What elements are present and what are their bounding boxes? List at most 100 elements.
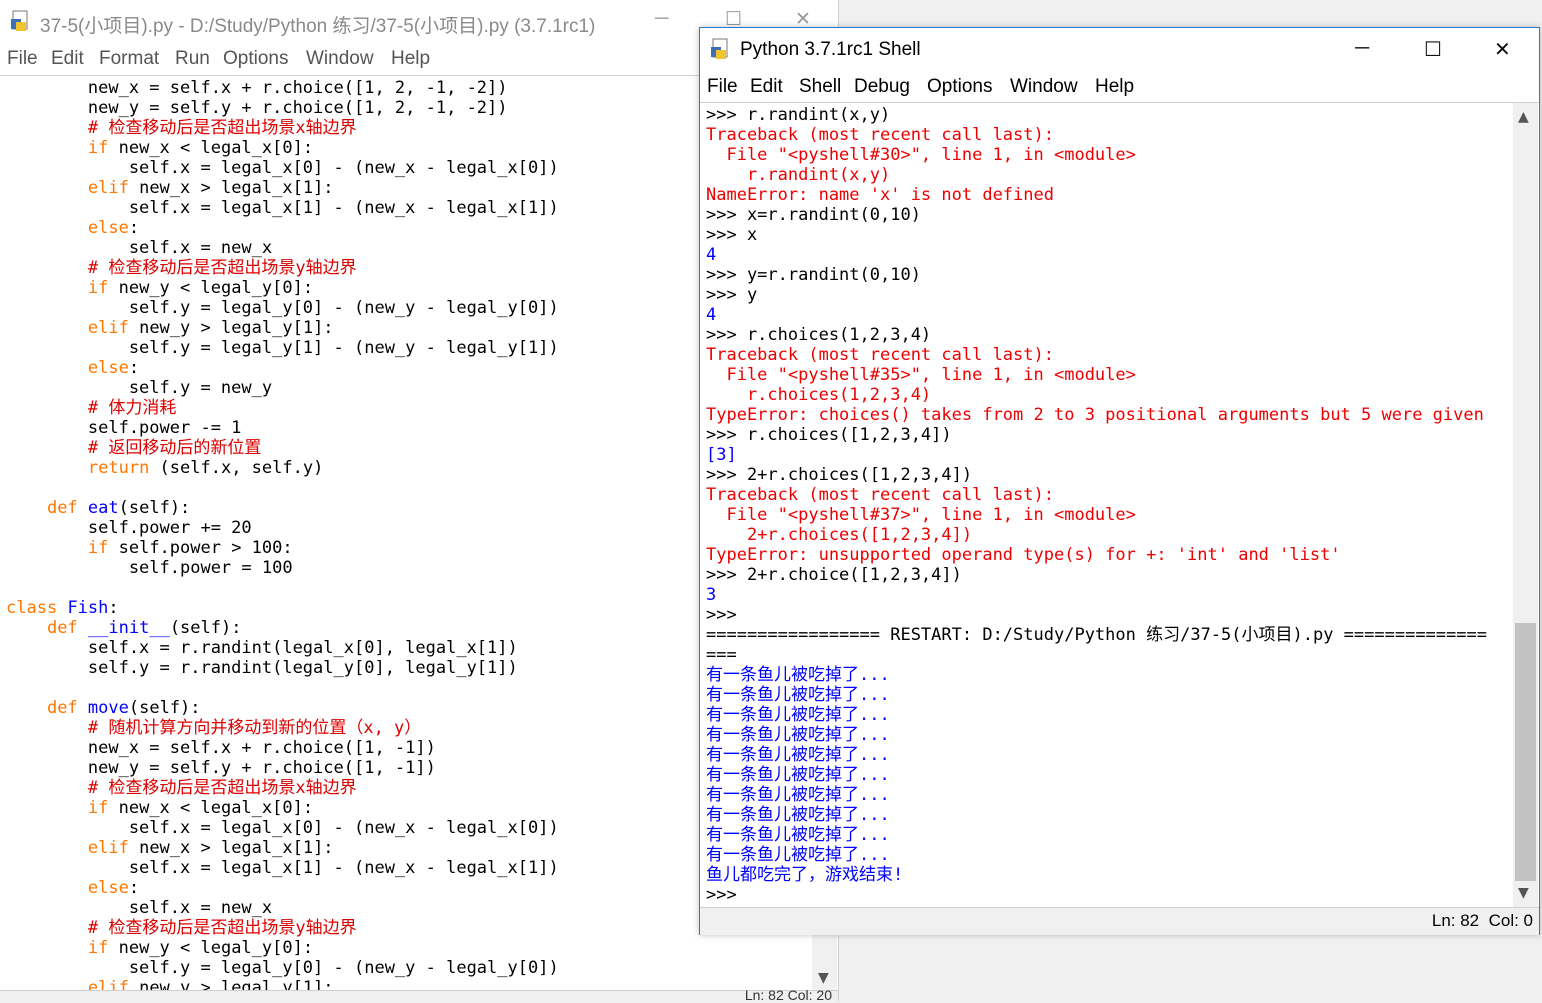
code-line: # 检查移动后是否超出场景x轴边界 [0, 118, 812, 138]
editor-menu-window[interactable]: Window [306, 48, 374, 70]
shell-menu-shell[interactable]: Shell [799, 76, 841, 98]
editor-menu-options[interactable]: Options [223, 48, 288, 70]
shell-line: [3] [700, 445, 1513, 465]
shell-minimize-button[interactable]: ─ [1355, 37, 1369, 60]
editor-menu-file[interactable]: File [7, 48, 38, 70]
shell-close-button[interactable]: ✕ [1494, 37, 1511, 62]
shell-window: Python 3.7.1rc1 Shell ─ ☐ ✕ File Edit Sh… [699, 27, 1540, 935]
code-line: elif new_x > legal_x[1]: [0, 838, 812, 858]
editor-minimize-button[interactable]: ─ [655, 8, 668, 30]
shell-output-area[interactable]: >>> r.randint(x,y) Traceback (most recent… [700, 105, 1513, 905]
code-token: self.power > 100: [108, 538, 293, 558]
code-token: : [108, 598, 119, 618]
code-line: new_y = self.y + r.choice([1, -1]) [0, 758, 812, 778]
python-shell-icon [710, 38, 732, 66]
shell-token: 有一条鱼儿被吃掉了... [706, 825, 890, 845]
editor-menu-help[interactable]: Help [391, 48, 430, 70]
code-token: new_x > legal_x[1]: [128, 838, 334, 858]
shell-menu-window[interactable]: Window [1010, 76, 1078, 98]
code-token: def [46, 698, 78, 718]
shell-menu-help[interactable]: Help [1095, 76, 1134, 98]
code-line: self.y = legal_y[0] - (new_y - legal_y[0… [0, 958, 812, 978]
editor-menu-edit[interactable]: Edit [51, 48, 84, 70]
shell-token: >>> [706, 605, 747, 625]
code-line: return (self.x, self.y) [0, 458, 812, 478]
shell-line: 有一条鱼儿被吃掉了... [700, 845, 1513, 865]
shell-line: >>> r.randint(x,y) [700, 105, 1513, 125]
code-token: # 返回移动后的新位置 [6, 438, 262, 458]
shell-line: TypeError: choices() takes from 2 to 3 p… [700, 405, 1513, 425]
code-token: new_y < legal_y[0]: [108, 938, 314, 958]
shell-token: >>> x [706, 225, 758, 245]
code-token: if [87, 278, 109, 298]
shell-token: >>> r.choices([1,2,3,4]) [706, 425, 952, 445]
code-token: self.x = legal_x[1] - (new_x - legal_x[1… [6, 858, 559, 878]
shell-menu-file[interactable]: File [707, 76, 738, 98]
shell-line: File "<pyshell#37>", line 1, in <module> [700, 505, 1513, 525]
code-token: # 随机计算方向并移动到新的位置（x, y） [6, 718, 422, 738]
code-line: self.x = r.randint(legal_x[0], legal_x[1… [0, 638, 812, 658]
shell-token: 有一条鱼儿被吃掉了... [706, 805, 890, 825]
code-token: # 检查移动后是否超出场景x轴边界 [6, 778, 357, 798]
code-token: self.x = legal_x[0] - (new_x - legal_x[0… [6, 818, 559, 838]
shell-line: NameError: name 'x' is not defined [700, 185, 1513, 205]
editor-menu-run[interactable]: Run [175, 48, 210, 70]
shell-token: 有一条鱼儿被吃掉了... [706, 685, 890, 705]
shell-line: Traceback (most recent call last): [700, 485, 1513, 505]
code-token: eat [87, 498, 119, 518]
shell-scroll-thumb[interactable] [1515, 623, 1536, 881]
editor-code-area[interactable]: new_x = self.x + r.choice([1, 2, -1, -2]… [0, 78, 812, 990]
scroll-up-arrow-icon[interactable]: ▲ [1518, 109, 1529, 125]
scroll-down-arrow-icon[interactable]: ▼ [1518, 885, 1529, 901]
shell-token: 有一条鱼儿被吃掉了... [706, 705, 890, 725]
shell-line: 有一条鱼儿被吃掉了... [700, 665, 1513, 685]
shell-line: >>> 2+r.choices([1,2,3,4]) [700, 465, 1513, 485]
shell-line: 有一条鱼儿被吃掉了... [700, 805, 1513, 825]
code-token: (self.x, self.y) [149, 458, 324, 478]
shell-vertical-scrollbar[interactable]: ▲ ▼ [1513, 103, 1538, 907]
shell-token: File "<pyshell#35>", line 1, in <module> [706, 365, 1136, 385]
shell-token: NameError: name 'x' is not defined [706, 185, 1054, 205]
code-token: self.y = legal_y[1] - (new_y - legal_y[1… [6, 338, 559, 358]
code-token: new_x = self.x + r.choice([1, -1]) [6, 738, 436, 758]
shell-token: === [706, 645, 737, 665]
code-token: new_x < legal_x[0]: [108, 798, 314, 818]
shell-line: >>> y [700, 285, 1513, 305]
shell-menu-debug[interactable]: Debug [854, 76, 910, 98]
shell-token: 3 [706, 585, 717, 605]
shell-line: 4 [700, 245, 1513, 265]
shell-token: File "<pyshell#30>", line 1, in <module> [706, 145, 1136, 165]
code-line: if new_y < legal_y[0]: [0, 278, 812, 298]
code-token: self.x = r.randint(legal_x[0], legal_x[1… [6, 638, 518, 658]
shell-line: 3 [700, 585, 1513, 605]
shell-window-title: Python 3.7.1rc1 Shell [740, 39, 921, 60]
shell-token: Traceback (most recent call last): [706, 485, 1054, 505]
code-token: self.x = legal_x[0] - (new_x - legal_x[0… [6, 158, 559, 178]
shell-menu-edit[interactable]: Edit [750, 76, 783, 98]
code-token: return [87, 458, 150, 478]
code-token: # 检查移动后是否超出场景x轴边界 [6, 118, 357, 138]
code-token: if [87, 938, 109, 958]
code-line: elif new_y > legal_y[1]: [0, 318, 812, 338]
code-token: new_y = self.y + r.choice([1, 2, -1, -2]… [6, 98, 508, 118]
shell-token: 有一条鱼儿被吃掉了... [706, 745, 890, 765]
shell-title-bar[interactable]: Python 3.7.1rc1 Shell ─ ☐ ✕ [700, 28, 1539, 74]
code-token: self.x = new_x [6, 898, 273, 918]
code-token: if [87, 798, 109, 818]
shell-status-bar: Ln: 82 Col: 0 [700, 907, 1539, 935]
editor-menu-format[interactable]: Format [99, 48, 159, 70]
code-line: self.y = legal_y[0] - (new_y - legal_y[0… [0, 298, 812, 318]
shell-token: ================= RESTART: D:/Study/Pyth… [706, 625, 1487, 645]
code-line: elif new_x > legal_x[1]: [0, 178, 812, 198]
shell-menu-options[interactable]: Options [927, 76, 992, 98]
code-token: self.power -= 1 [6, 418, 242, 438]
shell-line: >>> [700, 885, 1513, 905]
shell-token: r.randint(x,y) [706, 165, 891, 185]
scroll-down-arrow-icon[interactable]: ▼ [818, 970, 829, 986]
shell-maximize-button[interactable]: ☐ [1424, 37, 1442, 62]
